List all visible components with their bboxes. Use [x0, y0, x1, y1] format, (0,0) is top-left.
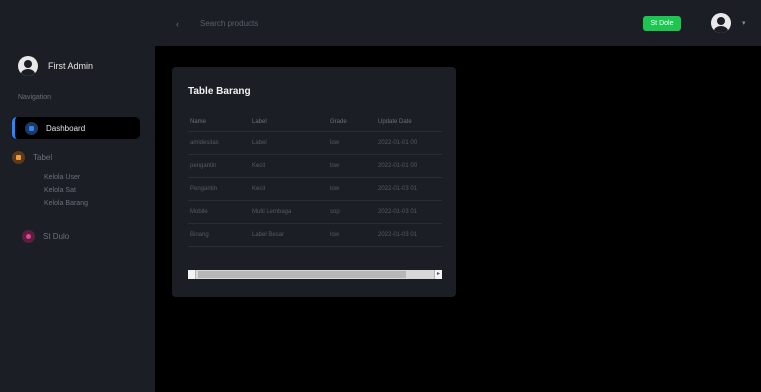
user-avatar-icon[interactable]	[711, 13, 731, 33]
sidebar-item-label: Tabel	[33, 153, 53, 162]
sidebar-subitem-kelola-barang[interactable]: Kelola Barang	[44, 200, 88, 207]
table-cell: Mobile	[188, 200, 250, 224]
search-input[interactable]	[200, 14, 400, 32]
table-icon	[12, 151, 25, 164]
chevron-left-icon[interactable]: ‹	[176, 19, 179, 29]
brand[interactable]: First Admin	[18, 56, 93, 76]
column-header[interactable]: Grade	[328, 113, 376, 132]
table-cell: sop	[328, 200, 376, 224]
table-cell: low	[328, 131, 376, 155]
table-cell: 2022-01-01 00	[376, 131, 442, 155]
sidebar-item-dashboard[interactable]: Dashboard	[12, 117, 140, 139]
sidebar: First Admin Navigation Dashboard Tabel K…	[0, 0, 155, 392]
table-cell: Pengantin	[188, 177, 250, 201]
column-header[interactable]: Label	[250, 113, 328, 132]
card-title: Table Barang	[188, 86, 251, 97]
horizontal-scrollbar[interactable]: ▸	[188, 270, 442, 279]
scroll-thumb[interactable]	[198, 271, 406, 278]
table-row[interactable]: Mobile Multi Lembaga sop 2022-01-03 01	[188, 200, 442, 224]
nav-heading: Navigation	[18, 94, 52, 101]
sidebar-subitem-kelola-user[interactable]: Kelola User	[44, 174, 80, 181]
table-cell: Kecil	[250, 154, 328, 178]
chevron-down-icon[interactable]: ▾	[742, 19, 746, 27]
column-header[interactable]: Update Date	[376, 113, 442, 132]
table-cell: Binang	[188, 223, 250, 247]
column-header[interactable]: Name	[188, 113, 250, 132]
table-cell: low	[328, 177, 376, 201]
sidebar-subitem-kelola-sat[interactable]: Kelola Sat	[44, 187, 76, 194]
table-cell: Kecil	[250, 177, 328, 201]
data-table: Name Label Grade Update Date amidesitas …	[188, 113, 442, 247]
table-cell: 2022-01-03 01	[376, 177, 442, 201]
table-cell: 2022-01-01 00	[376, 154, 442, 178]
table-cell: Label	[250, 131, 328, 155]
table-cell: low	[328, 223, 376, 247]
table-cell: 2022-01-03 01	[376, 200, 442, 224]
table-cell: Label Besar	[250, 223, 328, 247]
circle-icon	[22, 230, 35, 243]
sidebar-item-label: Dashboard	[46, 123, 86, 133]
scroll-right-button[interactable]: ▸	[434, 270, 442, 279]
scroll-left-button[interactable]	[188, 270, 196, 279]
table-cell: amidesitas	[188, 131, 250, 155]
table-cell: pengantin	[188, 154, 250, 178]
table-row[interactable]: Pengantin Kecil low 2022-01-03 01	[188, 177, 442, 201]
sidebar-item-label: St Dulo	[43, 232, 70, 241]
table-row[interactable]: amidesitas Label low 2022-01-01 00	[188, 131, 442, 155]
sidebar-item-tabel[interactable]: Tabel	[12, 151, 52, 164]
table-row[interactable]: pengantin Kecil low 2022-01-01 00	[188, 154, 442, 178]
table-row[interactable]: Binang Label Besar low 2022-01-03 01	[188, 223, 442, 247]
table-header-row: Name Label Grade Update Date	[188, 113, 442, 132]
table-card: Table Barang Name Label Grade Update Dat…	[172, 67, 456, 297]
table-cell: Multi Lembaga	[250, 200, 328, 224]
table-cell: 2022-01-03 01	[376, 223, 442, 247]
table-cell: low	[328, 154, 376, 178]
brand-name: First Admin	[48, 61, 94, 71]
brand-avatar-icon	[18, 56, 38, 76]
dashboard-icon	[25, 121, 38, 135]
st-dole-button[interactable]: St Dole	[643, 16, 681, 31]
sidebar-item-st-dulo[interactable]: St Dulo	[22, 230, 69, 243]
